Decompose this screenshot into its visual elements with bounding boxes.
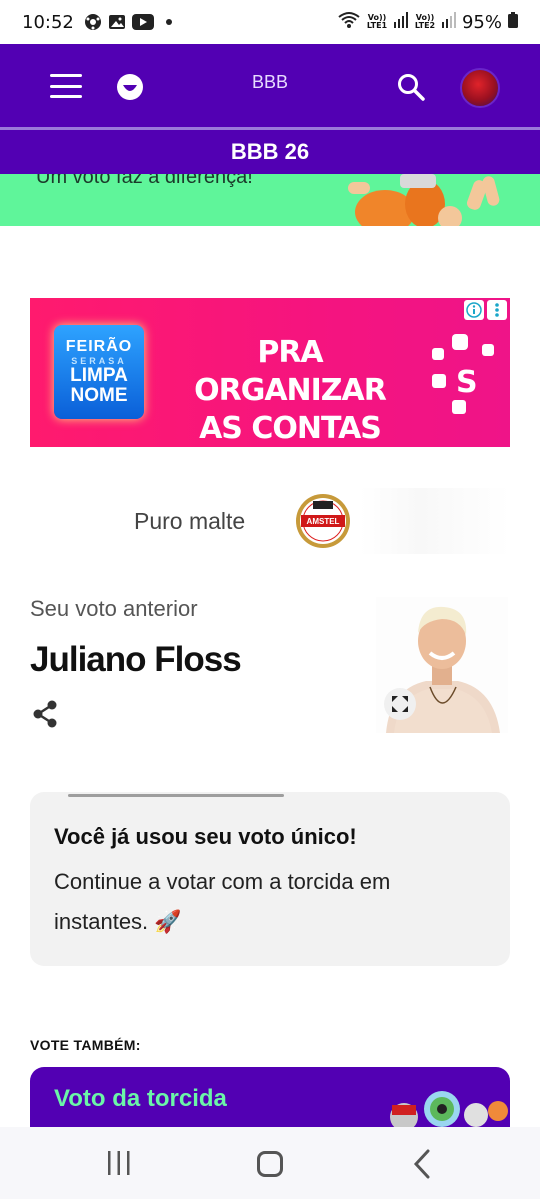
sim2-label: Vo)) LTE2	[414, 13, 436, 30]
sponsor-background	[360, 488, 510, 554]
sponsor-text: Puro malte	[134, 508, 246, 534]
signal2-icon	[441, 11, 456, 33]
status-bar: 10:52 Vo)) LTE1 Vo)) LTE2 95%	[0, 0, 540, 44]
recents-icon[interactable]	[104, 1151, 134, 1175]
status-time: 10:52	[22, 11, 74, 33]
app-header: BBB	[0, 44, 540, 128]
expand-photo-button[interactable]	[384, 688, 416, 720]
previous-vote-label: Seu voto anterior	[30, 596, 198, 621]
ad-info-icon[interactable]	[464, 300, 484, 320]
mascot-illustration-icon	[348, 174, 500, 226]
expand-icon	[392, 696, 408, 712]
ad-logo-line4: NOME	[70, 385, 128, 406]
notification-dot-icon	[160, 13, 178, 31]
system-nav-bar	[0, 1127, 540, 1199]
svg-text:AMSTEL: AMSTEL	[307, 517, 340, 526]
ad-logo-line3: LIMPA	[70, 365, 128, 386]
serasa-logo-icon: S	[432, 334, 494, 414]
back-icon[interactable]	[410, 1149, 434, 1179]
card-progress-bar	[68, 794, 284, 797]
ad-headline: PRA ORGANIZAR AS CONTAS	[194, 335, 387, 446]
svg-text:S: S	[456, 365, 478, 400]
search-icon[interactable]	[396, 72, 426, 102]
soccer-ball-icon	[84, 13, 102, 31]
ad-banner[interactable]: FEIRÃO SERASA LIMPA NOME PRA ORGANIZAR A…	[30, 298, 510, 447]
home-icon[interactable]	[257, 1151, 283, 1177]
sim1-label: Vo)) LTE1	[366, 13, 388, 30]
section-title[interactable]: BBB 26	[0, 130, 540, 174]
torcida-card-title: Voto da torcida	[54, 1085, 227, 1112]
ad-logo-line1: FEIRÃO	[65, 338, 133, 355]
vote-used-title: Você já usou seu voto único!	[54, 824, 357, 849]
signal1-icon	[393, 11, 408, 33]
gallery-icon	[108, 13, 126, 31]
ad-options-icon[interactable]	[487, 300, 507, 320]
header-title: BBB	[251, 72, 289, 92]
share-icon[interactable]	[32, 700, 58, 728]
vote-used-card: Você já usou seu voto único! Continue a …	[30, 792, 510, 966]
battery-icon	[508, 11, 518, 33]
avatar[interactable]	[460, 68, 500, 108]
wifi-icon	[338, 11, 360, 34]
banner-slogan: Um voto faz a diferença!	[36, 174, 253, 188]
previous-vote-name: Juliano Floss	[30, 640, 242, 679]
vote-used-body: Continue a votar com a torcida em instan…	[54, 869, 391, 934]
youtube-icon	[131, 13, 154, 31]
battery-percent: 95%	[461, 11, 502, 33]
vote-banner[interactable]: Um voto faz a diferença!	[0, 174, 540, 226]
amstel-logo-icon[interactable]: AMSTEL	[295, 493, 351, 549]
ad-logo: FEIRÃO SERASA LIMPA NOME	[54, 325, 144, 419]
vote-also-label: VOTE TAMBÉM:	[30, 1037, 141, 1053]
